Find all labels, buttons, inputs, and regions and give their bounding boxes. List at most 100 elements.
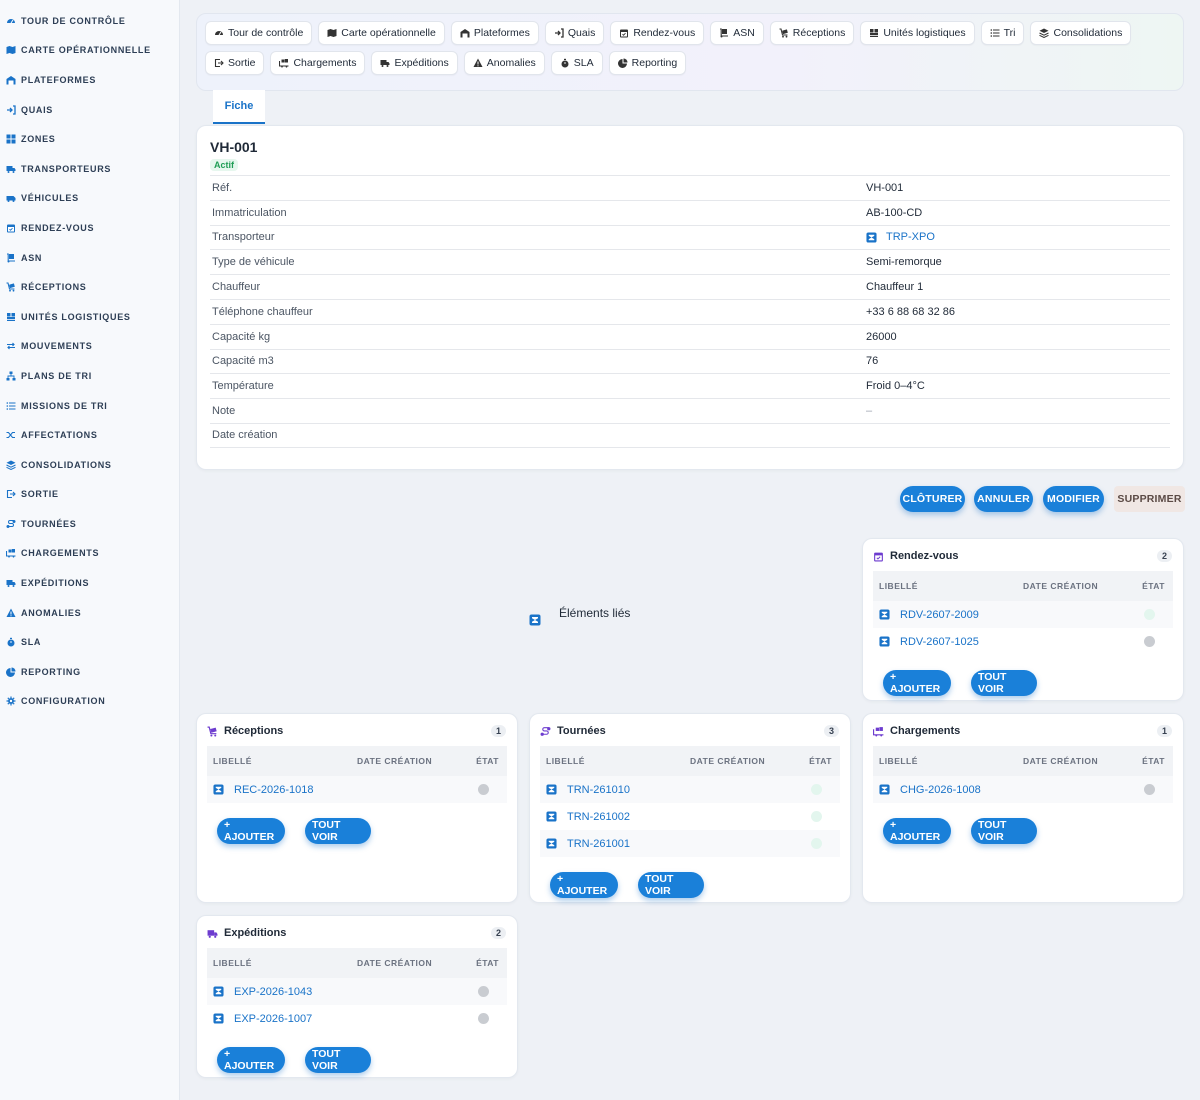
column-header-state[interactable]: État [467, 958, 501, 968]
tab-carte-operationnelle[interactable]: Carte opérationnelle [318, 21, 445, 45]
row-label-link[interactable]: RDV-2607-1025 [900, 636, 979, 648]
row-label-link[interactable]: TRN-261001 [567, 838, 630, 850]
tab-label: Tri [1003, 27, 1016, 39]
column-header-date[interactable]: Date création [357, 958, 467, 968]
sidebar-item-tournees[interactable]: Tournées [0, 509, 179, 539]
tab-label: Anomalies [486, 57, 536, 69]
view-all-button[interactable]: Tout voir [971, 818, 1037, 844]
sidebar-item-rendez-vous[interactable]: Rendez-vous [0, 213, 179, 243]
table-row[interactable]: RDV-2607-2009 [873, 601, 1173, 628]
sidebar-item-receptions[interactable]: Réceptions [0, 272, 179, 302]
edit-button[interactable]: Modifier [1043, 486, 1104, 512]
cancel-button[interactable]: Annuler [974, 486, 1033, 512]
sidebar-item-asn[interactable]: ASN [0, 243, 179, 273]
column-header-state[interactable]: État [1133, 581, 1167, 591]
add-button[interactable]: + Ajouter [550, 872, 618, 898]
table-row[interactable]: TRN-261010 [540, 776, 840, 803]
sidebar-item-missions-de-tri[interactable]: Missions de tri [0, 391, 179, 421]
tab-reporting[interactable]: Reporting [608, 51, 687, 75]
delete-button[interactable]: Supprimer [1114, 486, 1185, 512]
column-header-label[interactable]: Libellé [879, 581, 1023, 591]
field-row-capacite-m3: Capacité m3 76 [210, 348, 1170, 374]
column-header-state[interactable]: État [1133, 756, 1167, 766]
column-header-date[interactable]: Date création [1023, 581, 1133, 591]
table-row[interactable]: EXP-2026-1007 [207, 1005, 507, 1032]
column-header-date[interactable]: Date création [357, 756, 467, 766]
tab-unites-logistiques[interactable]: Unités logistiques [860, 21, 975, 45]
field-value-link[interactable]: TRP-XPO [866, 231, 935, 243]
sidebar-item-transporteurs[interactable]: Transporteurs [0, 154, 179, 184]
sidebar-item-mouvements[interactable]: Mouvements [0, 332, 179, 362]
row-label-link[interactable]: CHG-2026-1008 [900, 784, 981, 796]
sidebar-item-sortie[interactable]: Sortie [0, 480, 179, 510]
tab-anomalies[interactable]: Anomalies [463, 51, 545, 75]
column-header-label[interactable]: Libellé [213, 958, 357, 968]
tab-asn[interactable]: ASN [710, 21, 764, 45]
sidebar-item-chargements[interactable]: Chargements [0, 539, 179, 569]
row-label-link[interactable]: EXP-2026-1007 [234, 1013, 312, 1025]
row-label-link[interactable]: EXP-2026-1043 [234, 986, 312, 998]
row-label-link[interactable]: RDV-2607-2009 [900, 609, 979, 621]
column-header-date[interactable]: Date création [1023, 756, 1133, 766]
tab-expeditions[interactable]: Expéditions [371, 51, 458, 75]
column-header-label[interactable]: Libellé [546, 756, 690, 766]
tab-fiche[interactable]: Fiche [213, 90, 265, 124]
table-row[interactable]: CHG-2026-1008 [873, 776, 1173, 803]
row-label-link[interactable]: TRN-261010 [567, 784, 630, 796]
table-body: RDV-2607-2009 RDV-2607-1025 [873, 601, 1173, 655]
sidebar-item-quais[interactable]: Quais [0, 95, 179, 125]
column-header-state[interactable]: État [467, 756, 501, 766]
tab-tri[interactable]: Tri [980, 21, 1025, 45]
section-actions: + Ajouter Tout voir [873, 655, 1173, 696]
view-all-button[interactable]: Tout voir [971, 670, 1037, 696]
truck-icon [6, 164, 16, 174]
add-button[interactable]: + Ajouter [217, 1047, 285, 1073]
sidebar-item-vehicules[interactable]: Véhicules [0, 184, 179, 214]
tab-receptions[interactable]: Réceptions [769, 21, 855, 45]
sidebar-item-anomalies[interactable]: Anomalies [0, 598, 179, 628]
sidebar-item-sla[interactable]: SLA [0, 627, 179, 657]
table-row[interactable]: TRN-261001 [540, 830, 840, 857]
section-header: Tournées 3 [540, 714, 840, 746]
column-header-label[interactable]: Libellé [213, 756, 357, 766]
sidebar-item-reporting[interactable]: Reporting [0, 657, 179, 687]
view-all-button[interactable]: Tout voir [638, 872, 704, 898]
row-label-link[interactable]: REC-2026-1018 [234, 784, 314, 796]
list-icon [990, 28, 1000, 38]
tab-rendez-vous[interactable]: Rendez-vous [610, 21, 705, 45]
sidebar-item-zones[interactable]: Zones [0, 124, 179, 154]
tab-sla[interactable]: SLA [550, 51, 603, 75]
tab-plateformes[interactable]: Plateformes [450, 21, 539, 45]
sidebar-item-label: Plans de tri [21, 370, 92, 381]
sidebar-item-configuration[interactable]: Configuration [0, 687, 179, 717]
column-header-label[interactable]: Libellé [879, 756, 1023, 766]
close-button[interactable]: Clôturer [900, 486, 965, 512]
arrows-icon [6, 341, 16, 351]
table-row[interactable]: EXP-2026-1043 [207, 978, 507, 1005]
tab-tour-de-controle[interactable]: Tour de contrôle [205, 21, 313, 45]
sidebar-item-plateformes[interactable]: Plateformes [0, 65, 179, 95]
add-button[interactable]: + Ajouter [217, 818, 285, 844]
tab-label: Chargements [293, 57, 357, 69]
tab-quais[interactable]: Quais [544, 21, 605, 45]
view-all-button[interactable]: Tout voir [305, 1047, 371, 1073]
sidebar-item-consolidations[interactable]: Consolidations [0, 450, 179, 480]
table-row[interactable]: TRN-261002 [540, 803, 840, 830]
table-row[interactable]: RDV-2607-1025 [873, 628, 1173, 655]
tab-chargements[interactable]: Chargements [270, 51, 366, 75]
add-button[interactable]: + Ajouter [883, 670, 951, 696]
table-row[interactable]: REC-2026-1018 [207, 776, 507, 803]
column-header-date[interactable]: Date création [690, 756, 800, 766]
sidebar-item-affectations[interactable]: Affectations [0, 420, 179, 450]
tab-consolidations[interactable]: Consolidations [1030, 21, 1132, 45]
sidebar-item-unites-logistiques[interactable]: Unités logistiques [0, 302, 179, 332]
sidebar-item-expeditions[interactable]: Expéditions [0, 568, 179, 598]
column-header-state[interactable]: État [800, 756, 834, 766]
tab-sortie[interactable]: Sortie [205, 51, 265, 75]
sidebar-item-plans-de-tri[interactable]: Plans de tri [0, 361, 179, 391]
add-button[interactable]: + Ajouter [883, 818, 951, 844]
view-all-button[interactable]: Tout voir [305, 818, 371, 844]
sidebar-item-carte-operationnelle[interactable]: Carte opérationnelle [0, 36, 179, 66]
sidebar-item-tour-de-controle[interactable]: Tour de contrôle [0, 6, 179, 36]
row-label-link[interactable]: TRN-261002 [567, 811, 630, 823]
